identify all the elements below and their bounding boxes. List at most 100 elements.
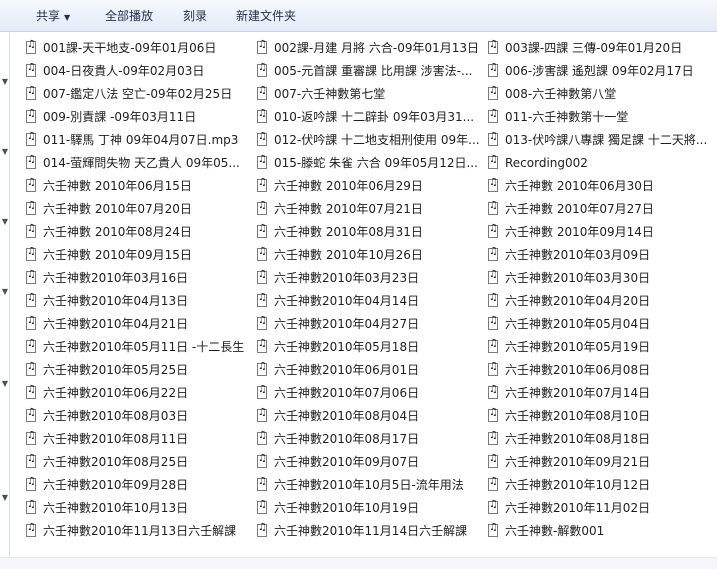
file-name: 六壬神數 2010年06月30日 bbox=[505, 179, 654, 193]
file-item[interactable]: 六壬神數2010年09月21日 bbox=[488, 452, 710, 472]
file-name: 010-返吟課 十二辟卦 09年03月31... bbox=[274, 110, 475, 124]
audio-file-icon bbox=[257, 384, 267, 399]
file-item[interactable]: 六壬神數2010年07月14日 bbox=[488, 383, 710, 403]
file-item[interactable]: 六壬神數2010年03月23日 bbox=[257, 268, 479, 288]
share-label: 共享 bbox=[36, 9, 61, 23]
file-item[interactable]: 六壬神數2010年06月22日 bbox=[26, 383, 248, 403]
file-item[interactable]: 六壬神數2010年09月07日 bbox=[257, 452, 479, 472]
file-item[interactable]: 六壬神數2010年08月03日 bbox=[26, 406, 248, 426]
file-item[interactable]: 六壬神數2010年03月09日 bbox=[488, 245, 710, 265]
file-item[interactable]: 六壬神數2010年05月25日 bbox=[26, 360, 248, 380]
play-all-button[interactable]: 全部播放 bbox=[105, 0, 153, 32]
file-item[interactable]: 六壬神數2010年08月17日 bbox=[257, 429, 479, 449]
file-item[interactable]: 六壬神數 2010年06月15日 bbox=[26, 176, 248, 196]
file-item[interactable]: 008-六壬神數第八堂 bbox=[488, 84, 710, 104]
file-item[interactable]: 六壬神數2010年11月13日六壬解課 bbox=[26, 521, 248, 541]
audio-file-icon bbox=[488, 476, 498, 491]
file-item[interactable]: 六壬神數2010年04月27日 bbox=[257, 314, 479, 334]
file-name: 六壬神數2010年04月27日 bbox=[274, 317, 420, 331]
file-item[interactable]: 015-滕蛇 朱雀 六合 09年05月12日... bbox=[257, 153, 479, 173]
file-item[interactable]: 六壬神數2010年04月14日 bbox=[257, 291, 479, 311]
file-item[interactable]: 六壬神數2010年08月04日 bbox=[257, 406, 479, 426]
new-folder-button[interactable]: 新建文件夹 bbox=[236, 0, 296, 32]
burn-button[interactable]: 刻录 bbox=[183, 0, 207, 32]
file-item[interactable]: 六壬神數2010年09月28日 bbox=[26, 475, 248, 495]
file-item[interactable]: 六壬神數2010年05月11日 -十二長生 bbox=[26, 337, 248, 357]
file-name: 六壬神數2010年07月14日 bbox=[505, 386, 651, 400]
chevron-down-icon[interactable]: ▼ bbox=[0, 147, 10, 156]
file-item[interactable]: 六壬神數 2010年10月26日 bbox=[257, 245, 479, 265]
file-item[interactable]: 六壬神數2010年03月30日 bbox=[488, 268, 710, 288]
file-item[interactable]: 六壬神數2010年11月02日 bbox=[488, 498, 710, 518]
chevron-down-icon[interactable]: ▼ bbox=[0, 493, 10, 502]
file-name: 六壬神數 2010年10月26日 bbox=[274, 248, 423, 262]
file-item[interactable]: 010-返吟課 十二辟卦 09年03月31... bbox=[257, 107, 479, 127]
file-item[interactable]: 六壬神數2010年10月13日 bbox=[26, 498, 248, 518]
file-item[interactable]: 六壬神數2010年08月25日 bbox=[26, 452, 248, 472]
chevron-down-icon[interactable]: ▼ bbox=[0, 217, 10, 226]
file-item[interactable]: 六壬神數 2010年08月24日 bbox=[26, 222, 248, 242]
file-item[interactable]: 六壬神數2010年04月21日 bbox=[26, 314, 248, 334]
file-item[interactable]: 六壬神數2010年10月12日 bbox=[488, 475, 710, 495]
file-item[interactable]: 004-日夜貴人-09年02月03日 bbox=[26, 61, 248, 81]
file-item[interactable]: 六壬神數 2010年08月31日 bbox=[257, 222, 479, 242]
file-item[interactable]: 007-鑑定八法 空亡-09年02月25日 bbox=[26, 84, 248, 104]
audio-file-icon bbox=[488, 453, 498, 468]
file-item[interactable]: 014-萤輝問失物 天乙貴人 09年05... bbox=[26, 153, 248, 173]
file-item[interactable]: 六壬神數2010年08月10日 bbox=[488, 406, 710, 426]
audio-file-icon bbox=[257, 108, 267, 123]
file-item[interactable]: Recording002 bbox=[488, 153, 710, 173]
file-item[interactable]: 六壬神數2010年10月5日-流年用法 bbox=[257, 475, 479, 495]
file-item[interactable]: 002課-月建 月將 六合-09年01月13日 bbox=[257, 38, 479, 58]
chevron-down-icon[interactable]: ▼ bbox=[0, 379, 10, 388]
chevron-down-icon[interactable]: ▼ bbox=[0, 77, 10, 86]
file-item[interactable]: 六壬神數2010年10月19日 bbox=[257, 498, 479, 518]
file-name: 007-鑑定八法 空亡-09年02月25日 bbox=[43, 87, 233, 101]
file-item[interactable]: 六壬神數 2010年06月29日 bbox=[257, 176, 479, 196]
file-item[interactable]: 六壬神數2010年08月11日 bbox=[26, 429, 248, 449]
chevron-down-icon[interactable]: ▼ bbox=[0, 287, 10, 296]
navigation-pane[interactable]: ▼ ▼ ▼ ▼ ▼ ▼ bbox=[0, 33, 10, 568]
file-item[interactable]: 011-六壬神數第十一堂 bbox=[488, 107, 710, 127]
audio-file-icon bbox=[488, 62, 498, 77]
file-name: 004-日夜貴人-09年02月03日 bbox=[43, 64, 205, 78]
file-item[interactable]: 六壬神數2010年08月18日 bbox=[488, 429, 710, 449]
file-item[interactable]: 六壬神數 2010年06月30日 bbox=[488, 176, 710, 196]
share-button[interactable]: 共享 ▼ bbox=[36, 0, 70, 32]
file-item[interactable]: 011-驛馬 丁神 09年04月07日.mp3 bbox=[26, 130, 248, 150]
file-item[interactable]: 六壬神數 2010年07月27日 bbox=[488, 199, 710, 219]
file-item[interactable]: 六壬神數2010年04月13日 bbox=[26, 291, 248, 311]
file-item[interactable]: 013-伏吟課八專課 獨足課 十二天將... bbox=[488, 130, 710, 150]
file-name: 六壬神數2010年04月21日 bbox=[43, 317, 189, 331]
file-name: 六壬神數2010年04月13日 bbox=[43, 294, 189, 308]
file-item[interactable]: 六壬神數 2010年07月21日 bbox=[257, 199, 479, 219]
file-item[interactable]: 003課-四課 三傳-09年01月20日 bbox=[488, 38, 710, 58]
audio-file-icon bbox=[26, 85, 36, 100]
audio-file-icon bbox=[488, 338, 498, 353]
audio-file-icon bbox=[26, 476, 36, 491]
file-item[interactable]: 006-涉害課 遙剋課 09年02月17日 bbox=[488, 61, 710, 81]
file-item[interactable]: 六壬神數2010年07月06日 bbox=[257, 383, 479, 403]
file-item[interactable]: 六壬神數2010年03月16日 bbox=[26, 268, 248, 288]
audio-file-icon bbox=[257, 476, 267, 491]
file-item[interactable]: 六壬神數 2010年09月14日 bbox=[488, 222, 710, 242]
file-item[interactable]: 六壬神數 2010年09月15日 bbox=[26, 245, 248, 265]
file-item[interactable]: 六壬神數2010年05月04日 bbox=[488, 314, 710, 334]
file-item[interactable]: 六壬神數2010年11月14日六壬解課 bbox=[257, 521, 479, 541]
file-item[interactable]: 六壬神數-解數001 bbox=[488, 521, 710, 541]
file-name: 六壬神數 2010年09月15日 bbox=[43, 248, 192, 262]
file-item[interactable]: 009-別責課 -09年03月11日 bbox=[26, 107, 248, 127]
file-item[interactable]: 六壬神數2010年05月19日 bbox=[488, 337, 710, 357]
audio-file-icon bbox=[257, 131, 267, 146]
file-item[interactable]: 001課-天干地支-09年01月06日 bbox=[26, 38, 248, 58]
file-item[interactable]: 六壬神數2010年04月20日 bbox=[488, 291, 710, 311]
file-item[interactable]: 六壬神數2010年06月08日 bbox=[488, 360, 710, 380]
file-item[interactable]: 六壬神數2010年06月01日 bbox=[257, 360, 479, 380]
file-item[interactable]: 六壬神數 2010年07月20日 bbox=[26, 199, 248, 219]
file-item[interactable]: 007-六壬神數第七堂 bbox=[257, 84, 479, 104]
file-item[interactable]: 012-伏吟課 十二地支相刑使用 09年... bbox=[257, 130, 479, 150]
command-bar: 共享 ▼ 全部播放 刻录 新建文件夹 bbox=[0, 0, 717, 32]
file-item[interactable]: 六壬神數2010年05月18日 bbox=[257, 337, 479, 357]
file-item[interactable]: 005-元首課 重審課 比用課 涉害法-... bbox=[257, 61, 479, 81]
file-name: 六壬神數2010年09月07日 bbox=[274, 455, 420, 469]
